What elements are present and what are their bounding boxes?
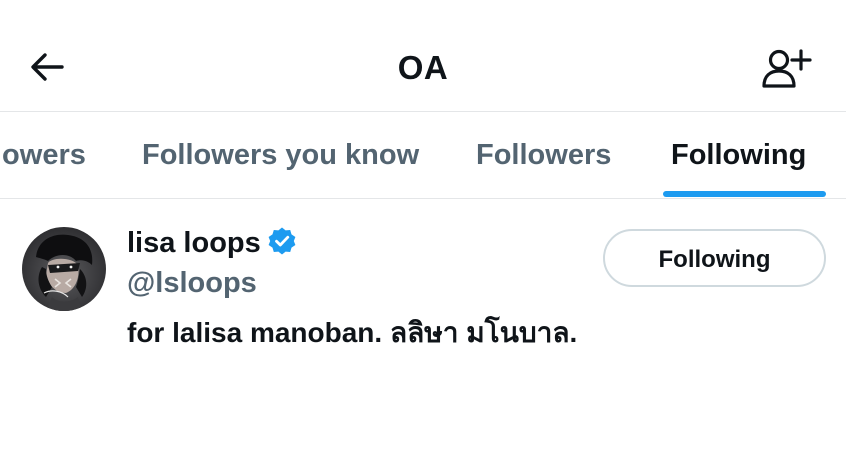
top-bar: OA [0, 0, 846, 112]
display-name: lisa loops [127, 227, 261, 259]
page-title: OA [397, 49, 449, 86]
tab-bar: lowers Followers you know Followers Foll… [0, 111, 846, 199]
tab-followers-you-know[interactable]: Followers you know [142, 135, 419, 175]
tab-followers[interactable]: Followers [476, 135, 611, 175]
add-user-button[interactable] [760, 45, 812, 91]
verified-badge-icon [268, 227, 296, 255]
avatar[interactable] [22, 227, 106, 311]
following-button[interactable]: Following [603, 229, 826, 287]
active-tab-indicator [663, 191, 826, 197]
tab-verified-followers[interactable]: lowers [0, 135, 86, 175]
user-bio: for lalisa manoban. ลลิษา มโนบาล. [127, 317, 578, 348]
avatar-image [22, 227, 106, 311]
user-handle: @lsloops [127, 267, 257, 299]
display-name-row[interactable]: lisa loops [127, 223, 297, 263]
tab-following[interactable]: Following [671, 135, 806, 175]
add-user-icon [762, 49, 812, 88]
user-list-item[interactable]: lisa loops @lsloops for lalisa manoban. … [0, 199, 846, 457]
